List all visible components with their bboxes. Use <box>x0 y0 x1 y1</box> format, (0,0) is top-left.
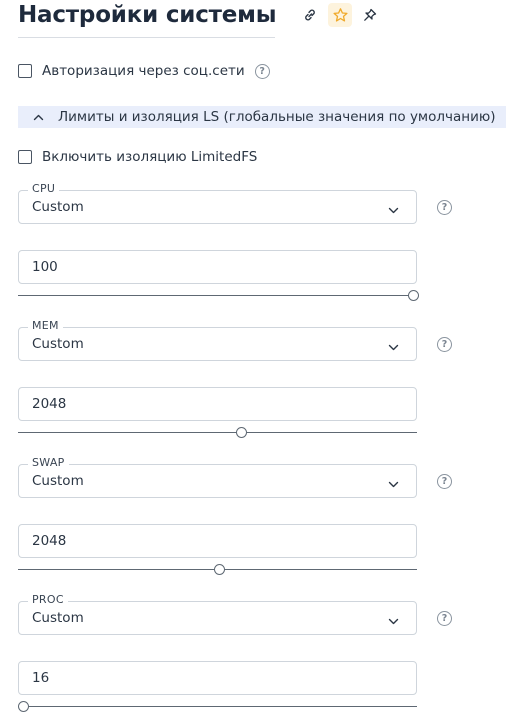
page-title: Настройки системы <box>18 2 277 28</box>
cpu-select-value: Custom <box>32 199 84 215</box>
limitedfs-label: Включить изоляцию LimitedFS <box>42 149 258 165</box>
title-row: Настройки системы <box>18 0 388 30</box>
swap-select-value: Custom <box>32 473 84 489</box>
social-auth-label: Авторизация через соц.сети <box>42 63 245 79</box>
swap-slider[interactable] <box>18 564 417 576</box>
mem-help-icon[interactable]: ? <box>437 337 452 352</box>
link-icon[interactable] <box>298 3 322 27</box>
social-auth-row: Авторизация через соц.сети ? <box>18 63 270 79</box>
cpu-help-icon[interactable]: ? <box>437 200 452 215</box>
proc-slider[interactable] <box>18 701 417 713</box>
proc-select-value: Custom <box>32 610 84 626</box>
chevron-down-icon <box>388 202 399 218</box>
swap-label: SWAP <box>28 456 69 469</box>
swap-help-icon[interactable]: ? <box>437 474 452 489</box>
title-divider <box>18 37 275 38</box>
title-actions <box>298 3 388 27</box>
swap-select[interactable]: Custom <box>18 464 417 498</box>
chevron-up-icon <box>18 114 58 121</box>
swap-value-input[interactable]: 2048 <box>18 524 417 558</box>
slider-track <box>18 706 417 707</box>
slider-thumb[interactable] <box>213 564 225 575</box>
mem-select-value: Custom <box>32 336 84 352</box>
slider-thumb[interactable] <box>18 701 30 712</box>
pin-icon[interactable] <box>358 3 382 27</box>
mem-value-input[interactable]: 2048 <box>18 387 417 421</box>
social-auth-checkbox[interactable] <box>18 64 32 78</box>
cpu-value-input[interactable]: 100 <box>18 250 417 284</box>
proc-help-icon[interactable]: ? <box>437 611 452 626</box>
cpu-label: CPU <box>28 182 60 195</box>
slider-track <box>18 432 417 433</box>
proc-label: PROC <box>28 593 68 606</box>
proc-select[interactable]: Custom <box>18 601 417 635</box>
slider-thumb[interactable] <box>407 290 419 301</box>
limits-section-label: Лимиты и изоляция LS (глобальные значени… <box>58 109 496 125</box>
chevron-down-icon <box>388 613 399 629</box>
limits-section-header[interactable]: Лимиты и изоляция LS (глобальные значени… <box>18 106 506 128</box>
slider-track <box>18 295 417 296</box>
limitedfs-checkbox[interactable] <box>18 150 32 164</box>
mem-select[interactable]: Custom <box>18 327 417 361</box>
mem-label: MEM <box>28 319 63 332</box>
slider-thumb[interactable] <box>235 427 247 438</box>
mem-slider[interactable] <box>18 427 417 439</box>
help-icon[interactable]: ? <box>254 63 270 79</box>
cpu-select[interactable]: Custom <box>18 190 417 224</box>
chevron-down-icon <box>388 476 399 492</box>
proc-value-input[interactable]: 16 <box>18 661 417 695</box>
star-icon[interactable] <box>328 3 353 27</box>
cpu-slider[interactable] <box>18 290 419 302</box>
limitedfs-row: Включить изоляцию LimitedFS <box>18 149 257 165</box>
chevron-down-icon <box>388 339 399 355</box>
